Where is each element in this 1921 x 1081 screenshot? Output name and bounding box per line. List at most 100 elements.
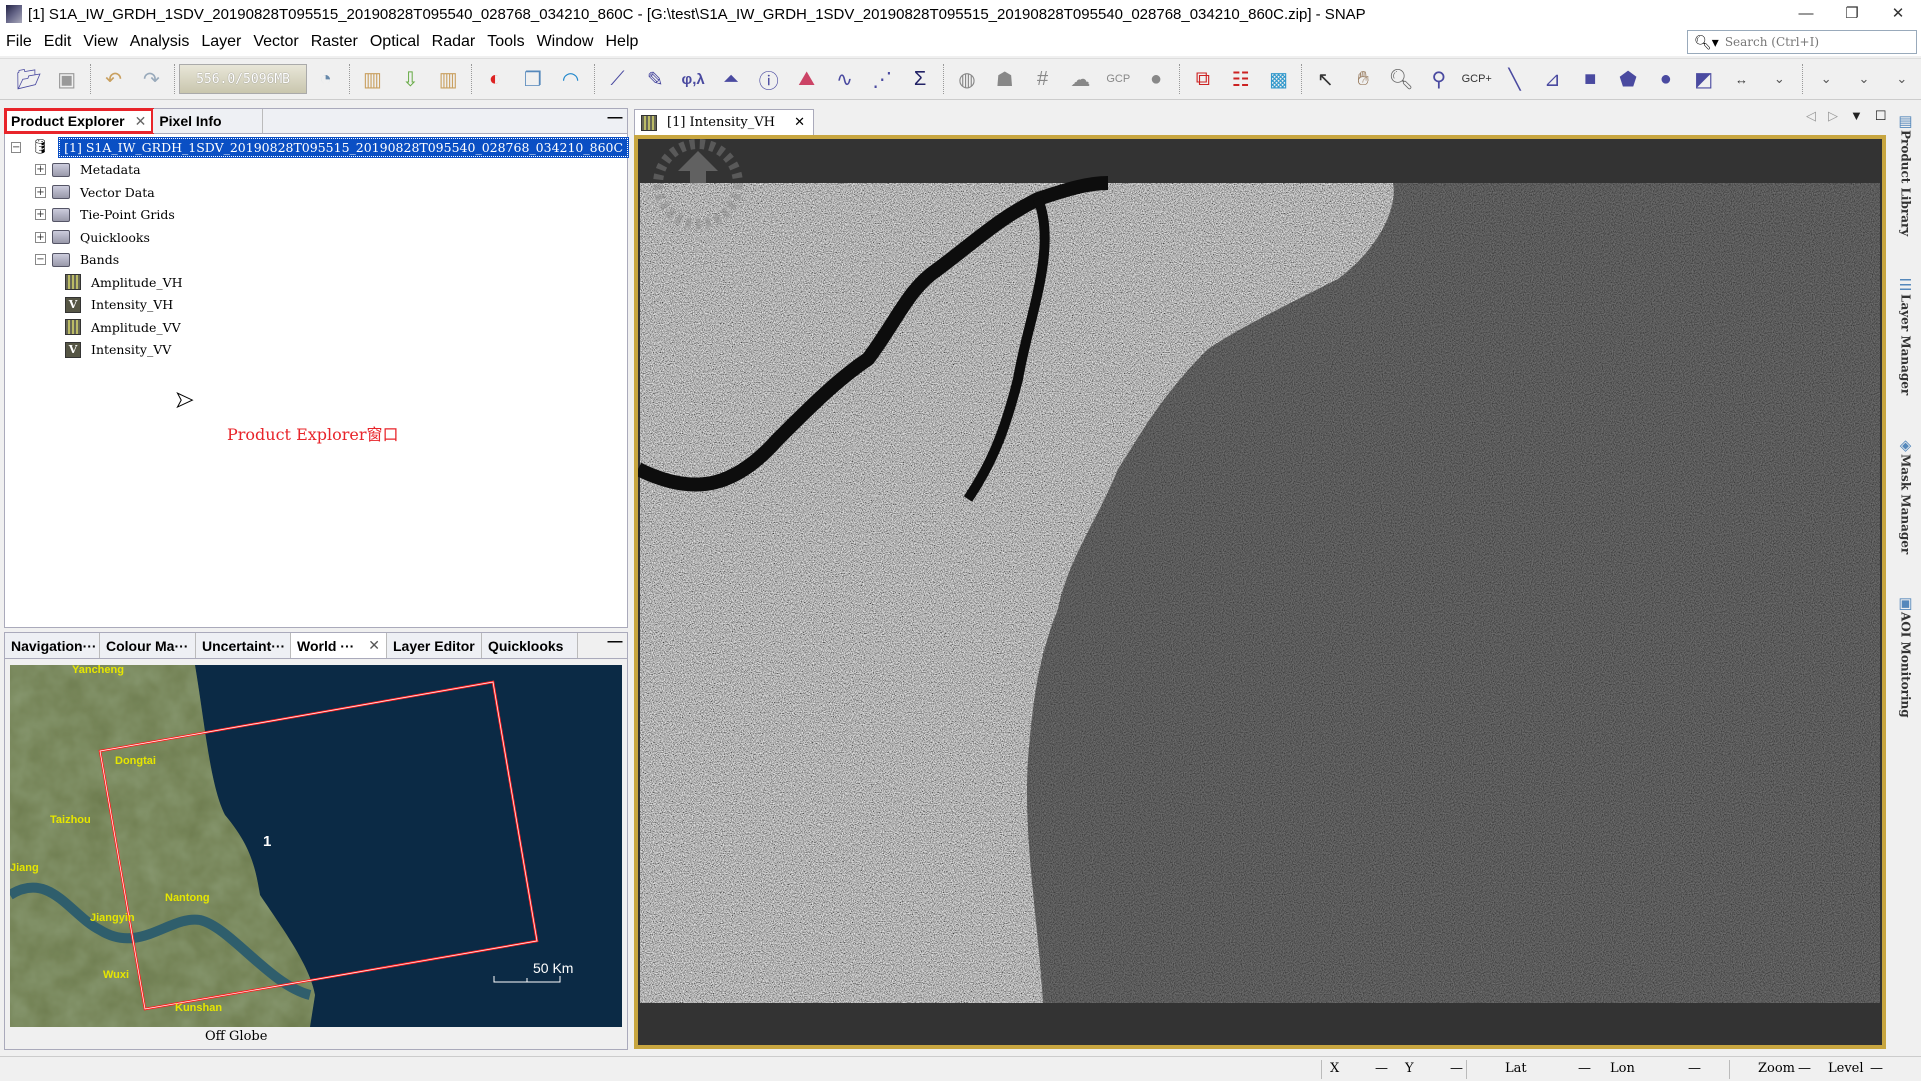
close-icon[interactable]: ✕ bbox=[794, 115, 805, 130]
more-tools-icon[interactable]: ⌄ bbox=[1760, 62, 1798, 96]
zoom-tool-icon[interactable]: 🔍︎ bbox=[1382, 62, 1420, 96]
tab-pixel-info[interactable]: Pixel Info bbox=[153, 109, 264, 133]
menu-view[interactable]: View bbox=[77, 33, 123, 51]
ellipse-tool-icon[interactable]: ● bbox=[1647, 62, 1685, 96]
tab-colour-manipulation[interactable]: Colour Ma··· bbox=[100, 633, 196, 658]
rectangle-tool-icon[interactable]: ■ bbox=[1571, 62, 1609, 96]
tree-folder-metadata[interactable]: + Metadata bbox=[35, 159, 627, 182]
globe-icon[interactable]: ◍ bbox=[948, 62, 986, 96]
tab-world-view[interactable]: World ··· ✕ bbox=[291, 633, 387, 658]
sigma-icon[interactable]: Σ bbox=[901, 62, 939, 96]
line-tool-icon[interactable]: ╲ bbox=[1496, 62, 1534, 96]
menu-layer[interactable]: Layer bbox=[195, 33, 247, 51]
collapse-icon[interactable]: − bbox=[35, 254, 46, 266]
pan-tool-icon[interactable]: ✋︎ bbox=[1344, 62, 1382, 96]
menu-tools[interactable]: Tools bbox=[481, 33, 530, 51]
menu-edit[interactable]: Edit bbox=[38, 33, 78, 51]
menu-file[interactable]: File bbox=[0, 33, 38, 51]
close-button[interactable]: ✕ bbox=[1875, 0, 1921, 28]
sar-icon[interactable]: ☁ bbox=[1062, 62, 1100, 96]
session-icon[interactable]: ◔ bbox=[307, 62, 345, 96]
restore-button[interactable]: ❐ bbox=[1829, 0, 1875, 28]
search-input[interactable]: 🔍︎▾ Search (Ctrl+I) bbox=[1687, 30, 1917, 54]
image-view-tab[interactable]: [1] Intensity_VH ✕ bbox=[634, 109, 814, 135]
menu-radar[interactable]: Radar bbox=[426, 33, 482, 51]
sidebar-product-library[interactable]: ▤ Product Library bbox=[1898, 112, 1912, 236]
sidebar-aoi-monitoring[interactable]: ▣ AOI Monitoring bbox=[1898, 594, 1912, 718]
tree-product-node[interactable]: − 🛢︎ [1] S1A_IW_GRDH_1SDV_20190828T09551… bbox=[11, 136, 630, 159]
scroll-right-icon[interactable]: ▷ bbox=[1828, 108, 1838, 124]
tab-layer-editor[interactable]: Layer Editor bbox=[387, 633, 482, 658]
rgb-image-icon[interactable]: ◐ bbox=[476, 62, 514, 96]
tab-quicklooks[interactable]: Quicklooks bbox=[482, 633, 578, 658]
expand-icon[interactable]: + bbox=[35, 209, 46, 221]
tab-navigation[interactable]: Navigation··· bbox=[5, 633, 100, 658]
tab-uncertainty[interactable]: Uncertaint··· bbox=[196, 633, 291, 658]
undo-icon[interactable]: ↶ bbox=[95, 62, 133, 96]
scroll-left-icon[interactable]: ◁ bbox=[1806, 108, 1816, 124]
tree-folder-vector-data[interactable]: + Vector Data bbox=[35, 181, 627, 204]
sidebar-mask-manager[interactable]: ◈ Mask Manager bbox=[1899, 436, 1913, 554]
information-icon[interactable]: ⓘ bbox=[750, 62, 788, 96]
tree-band-amplitude-vv[interactable]: Amplitude_VV bbox=[65, 316, 627, 339]
import-green-icon[interactable]: ⇩ bbox=[391, 62, 429, 96]
geo-coding-icon[interactable]: φ,λ bbox=[674, 62, 712, 96]
select-tool-icon[interactable]: ↖ bbox=[1306, 62, 1344, 96]
graph-icon[interactable]: ⧉ bbox=[1184, 62, 1222, 96]
sar-image[interactable] bbox=[634, 139, 1882, 1045]
close-icon[interactable]: ✕ bbox=[368, 637, 380, 654]
terrain-icon[interactable]: ● bbox=[1137, 62, 1175, 96]
range-finder-icon[interactable]: ↔ bbox=[1723, 62, 1761, 96]
time-series-icon[interactable]: ∿ bbox=[826, 62, 864, 96]
open-product-icon[interactable]: 📂︎ bbox=[10, 62, 48, 96]
wave-icon[interactable]: ◠ bbox=[552, 62, 590, 96]
memory-gauge[interactable]: 556.0/5096MB bbox=[179, 64, 307, 94]
sidebar-layer-manager[interactable]: ☰ Layer Manager bbox=[1899, 276, 1913, 395]
dropdown-icon[interactable]: ▼ bbox=[1850, 108, 1863, 124]
menu-help[interactable]: Help bbox=[599, 33, 644, 51]
polyline-tool-icon[interactable]: ⊿ bbox=[1533, 62, 1571, 96]
world-map-icon[interactable]: ▩ bbox=[1260, 62, 1298, 96]
more-toolbar-3-icon[interactable]: ⌄ bbox=[1883, 62, 1921, 96]
expand-icon[interactable]: + bbox=[35, 231, 46, 243]
menu-window[interactable]: Window bbox=[531, 33, 600, 51]
maximize-icon[interactable]: ☐ bbox=[1875, 108, 1887, 124]
tree-band-intensity-vv[interactable]: V Intensity_VV bbox=[65, 339, 627, 362]
histogram-icon[interactable]: ⏶ bbox=[712, 62, 750, 96]
tree-band-intensity-vh[interactable]: V Intensity_VH bbox=[65, 294, 627, 317]
tree-folder-bands[interactable]: − Bands bbox=[35, 249, 627, 272]
redo-icon[interactable]: ↷ bbox=[132, 62, 170, 96]
graph-builder-icon[interactable]: ☗ bbox=[986, 62, 1024, 96]
tree-band-amplitude-vh[interactable]: Amplitude_VH bbox=[65, 271, 627, 294]
minimize-button[interactable]: — bbox=[1783, 0, 1829, 28]
save-product-icon[interactable]: ▣ bbox=[48, 62, 86, 96]
menu-analysis[interactable]: Analysis bbox=[124, 33, 196, 51]
minimize-panel-button[interactable]: — bbox=[603, 633, 627, 658]
menu-raster[interactable]: Raster bbox=[305, 33, 364, 51]
shape-tool-icon[interactable]: ◩ bbox=[1685, 62, 1723, 96]
import-icon[interactable]: ▥ bbox=[354, 62, 392, 96]
world-map[interactable]: Yancheng Dongtai Taizhou Jiang Nantong J… bbox=[10, 665, 622, 1027]
expand-icon[interactable]: + bbox=[35, 164, 46, 176]
spectrum-icon[interactable]: ⛰ bbox=[788, 62, 826, 96]
menu-vector[interactable]: Vector bbox=[247, 33, 304, 51]
pin-tool-icon[interactable]: ⚲ bbox=[1420, 62, 1458, 96]
product-name[interactable]: [1] S1A_IW_GRDH_1SDV_20190828T095515_201… bbox=[58, 136, 630, 158]
expand-icon[interactable]: + bbox=[35, 186, 46, 198]
image-view[interactable] bbox=[634, 135, 1886, 1049]
collapse-icon[interactable]: − bbox=[11, 141, 22, 153]
close-icon[interactable]: ✕ bbox=[135, 113, 147, 130]
tree-folder-quicklooks[interactable]: + Quicklooks bbox=[35, 226, 627, 249]
tree-folder-tie-point-grids[interactable]: + Tie-Point Grids bbox=[35, 204, 627, 227]
minimize-panel-button[interactable]: — bbox=[603, 109, 627, 133]
gcp-tool-icon[interactable]: GCP+ bbox=[1458, 62, 1496, 96]
band-maths-icon[interactable]: ✎ bbox=[636, 62, 674, 96]
tab-product-explorer[interactable]: Product Explorer ✕ bbox=[3, 108, 155, 134]
profile-plot-icon[interactable]: ⟋ bbox=[599, 62, 637, 96]
more-toolbar-1-icon[interactable]: ⌄ bbox=[1807, 62, 1845, 96]
more-toolbar-2-icon[interactable]: ⌄ bbox=[1845, 62, 1883, 96]
batch-processing-icon[interactable]: ☷ bbox=[1222, 62, 1260, 96]
polygon-tool-icon[interactable]: ⬟ bbox=[1609, 62, 1647, 96]
scatter-plot-icon[interactable]: ⋰ bbox=[863, 62, 901, 96]
gcp-icon[interactable]: GCP bbox=[1099, 62, 1137, 96]
